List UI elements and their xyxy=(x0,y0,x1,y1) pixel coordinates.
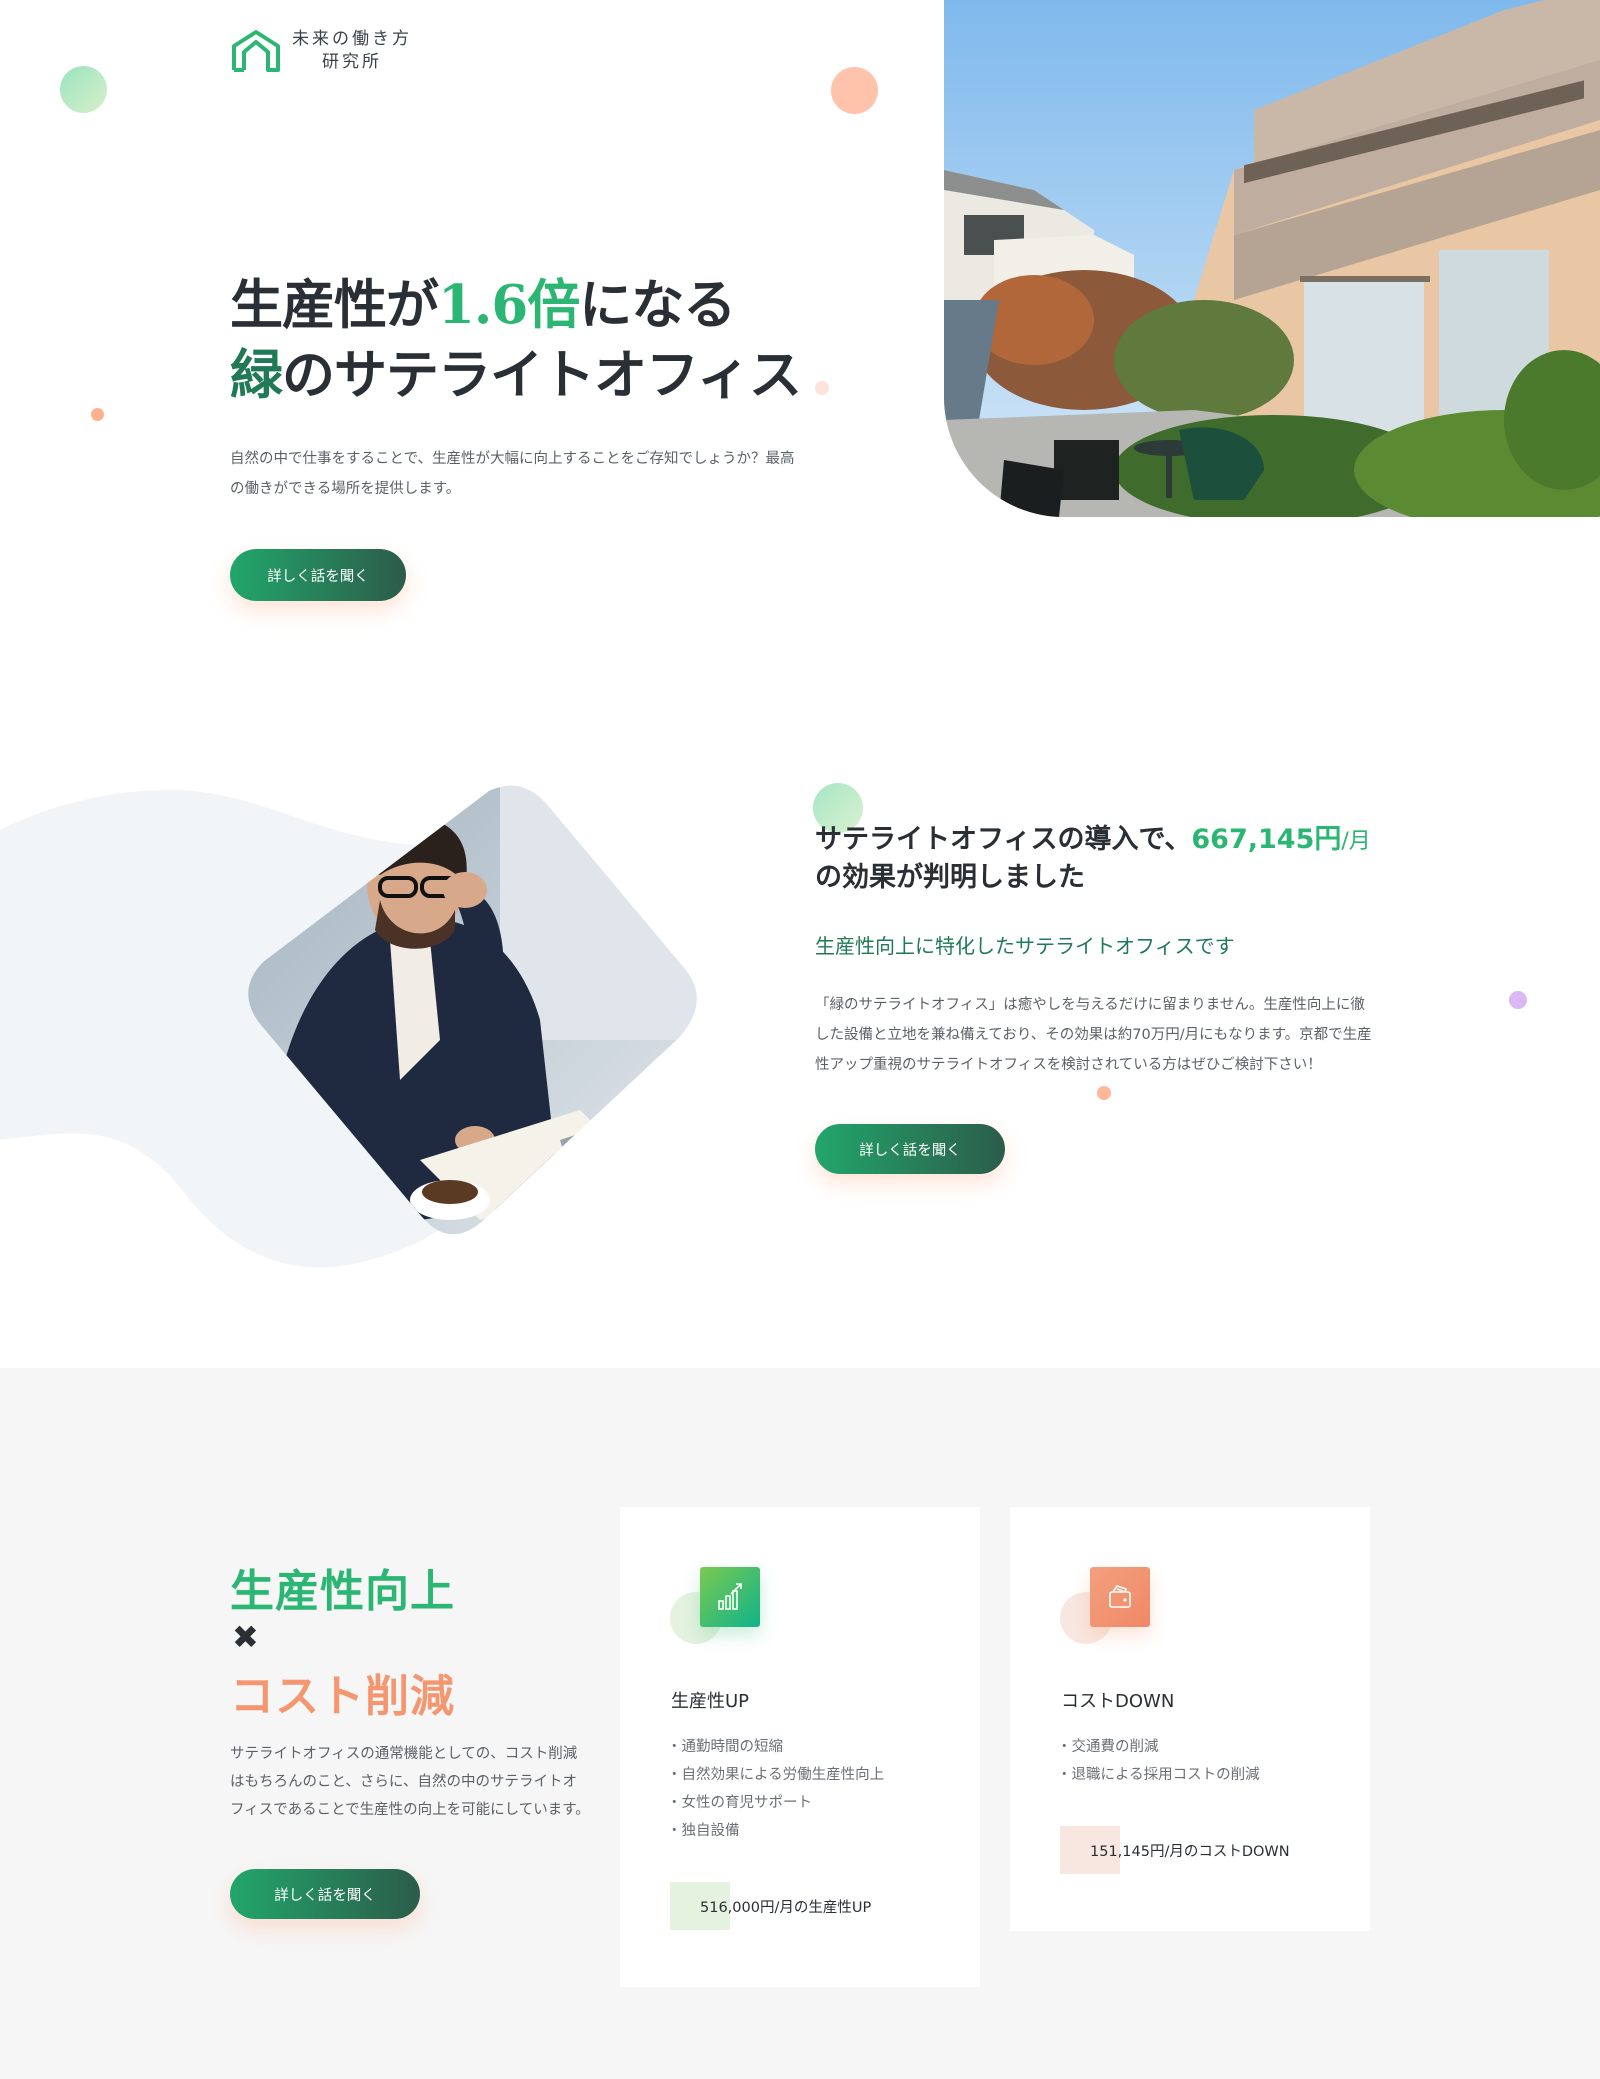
card-title: 生産性UP xyxy=(671,1691,750,1712)
features-heading-cross: ✖ xyxy=(232,1618,259,1656)
hero-title-part-1: 生産性が xyxy=(230,274,439,336)
logo-text: 未来の働き方 研究所 xyxy=(292,28,412,74)
intro-title-line-1: サテライトオフィスの導入で、667,145円/月 xyxy=(815,822,1371,860)
decor-dot-lavender xyxy=(1509,991,1527,1009)
card-footer: 516,000円/月の生産性UP xyxy=(670,1882,871,1930)
intro-title-number: 667,145円 xyxy=(1191,824,1342,855)
intro-title-text: サテライトオフィスの導入で、 xyxy=(815,824,1192,855)
card-footer-text: 516,000円/月の生産性UP xyxy=(700,1899,872,1916)
decor-dot-orange-small xyxy=(91,408,104,421)
decor-dot-mint xyxy=(60,66,107,113)
feature-card-cost: コストDOWN 交通費の削減 退職による採用コストの削減 151,145円/月の… xyxy=(1010,1507,1370,1931)
hero-cta-button[interactable]: 詳しく話を聞く xyxy=(230,549,406,601)
logo-line-2: 研究所 xyxy=(322,52,382,72)
card-feature-list: 通勤時間の短縮 自然効果による労働生産性向上 女性の育児サポート 独自設備 xyxy=(671,1733,885,1845)
list-item: 女性の育児サポート xyxy=(671,1789,884,1817)
decor-dot-orange-2 xyxy=(1097,1086,1111,1100)
features-description: サテライトオフィスの通常機能としての、コスト削減はもちろんのこと、さらに、自然の… xyxy=(230,1746,590,1818)
list-item: 交通費の削減 xyxy=(1061,1733,1260,1761)
hero-title-accent: 緑 xyxy=(230,344,283,406)
chart-up-icon xyxy=(700,1567,760,1627)
intro-cta-button[interactable]: 詳しく話を聞く xyxy=(815,1124,1005,1174)
list-item: 独自設備 xyxy=(671,1817,884,1845)
intro-subtitle: 生産性向上に特化したサテライトオフィスです xyxy=(815,934,1235,958)
hero-title-line-2: 緑のサテライトオフィス xyxy=(230,340,802,410)
wallet-icon xyxy=(1090,1567,1150,1627)
card-footer: 151,145円/月のコストDOWN xyxy=(1060,1826,1290,1874)
logo-line-1: 未来の働き方 xyxy=(292,29,412,49)
features-heading-productivity: 生産性向上 xyxy=(230,1566,455,1617)
house-logo-icon xyxy=(232,30,280,72)
hero-building-photo xyxy=(944,0,1600,517)
decor-dot-pink-small xyxy=(815,381,829,395)
list-item: 自然効果による労働生産性向上 xyxy=(671,1761,885,1789)
hero-description: 自然の中で仕事をすることで、生産性が大幅に向上することをご存知でしょうか？最高の… xyxy=(230,451,795,497)
feature-card-productivity: 生産性UP 通勤時間の短縮 自然効果による労働生産性向上 女性の育児サポート 独… xyxy=(620,1507,980,1987)
intro-description: 「緑のサテライトオフィス」は癒やしを与えるだけに留まりません。生産性向上に徹した… xyxy=(815,997,1372,1073)
site-logo[interactable]: 未来の働き方 研究所 xyxy=(230,28,412,74)
features-heading-cost: コスト削減 xyxy=(230,1671,455,1722)
hero-title-part-2: になる xyxy=(579,274,736,336)
intro-title-unit: /月 xyxy=(1341,829,1371,854)
card-footer-text: 151,145円/月のコストDOWN xyxy=(1090,1843,1290,1860)
hero-title-rest: のサテライトオフィス xyxy=(282,344,802,406)
features-cta-button[interactable]: 詳しく話を聞く xyxy=(230,1869,420,1919)
businessman-photo xyxy=(240,780,700,1240)
hero-title-highlight: 1.6倍 xyxy=(438,274,580,336)
card-feature-list: 交通費の削減 退職による採用コストの削減 xyxy=(1061,1733,1260,1789)
decor-dot-peach xyxy=(831,67,878,114)
list-item: 通勤時間の短縮 xyxy=(671,1733,884,1761)
hero-title: 生産性が1.6倍になる 緑のサテライトオフィス xyxy=(230,270,802,410)
intro-title: サテライトオフィスの導入で、667,145円/月 の効果が判明しました xyxy=(815,822,1371,896)
list-item: 退職による採用コストの削減 xyxy=(1061,1761,1260,1789)
card-title: コストDOWN xyxy=(1061,1691,1175,1712)
intro-title-line-2: の効果が判明しました xyxy=(815,862,1085,893)
hero-title-line-1: 生産性が1.6倍になる xyxy=(230,270,801,340)
